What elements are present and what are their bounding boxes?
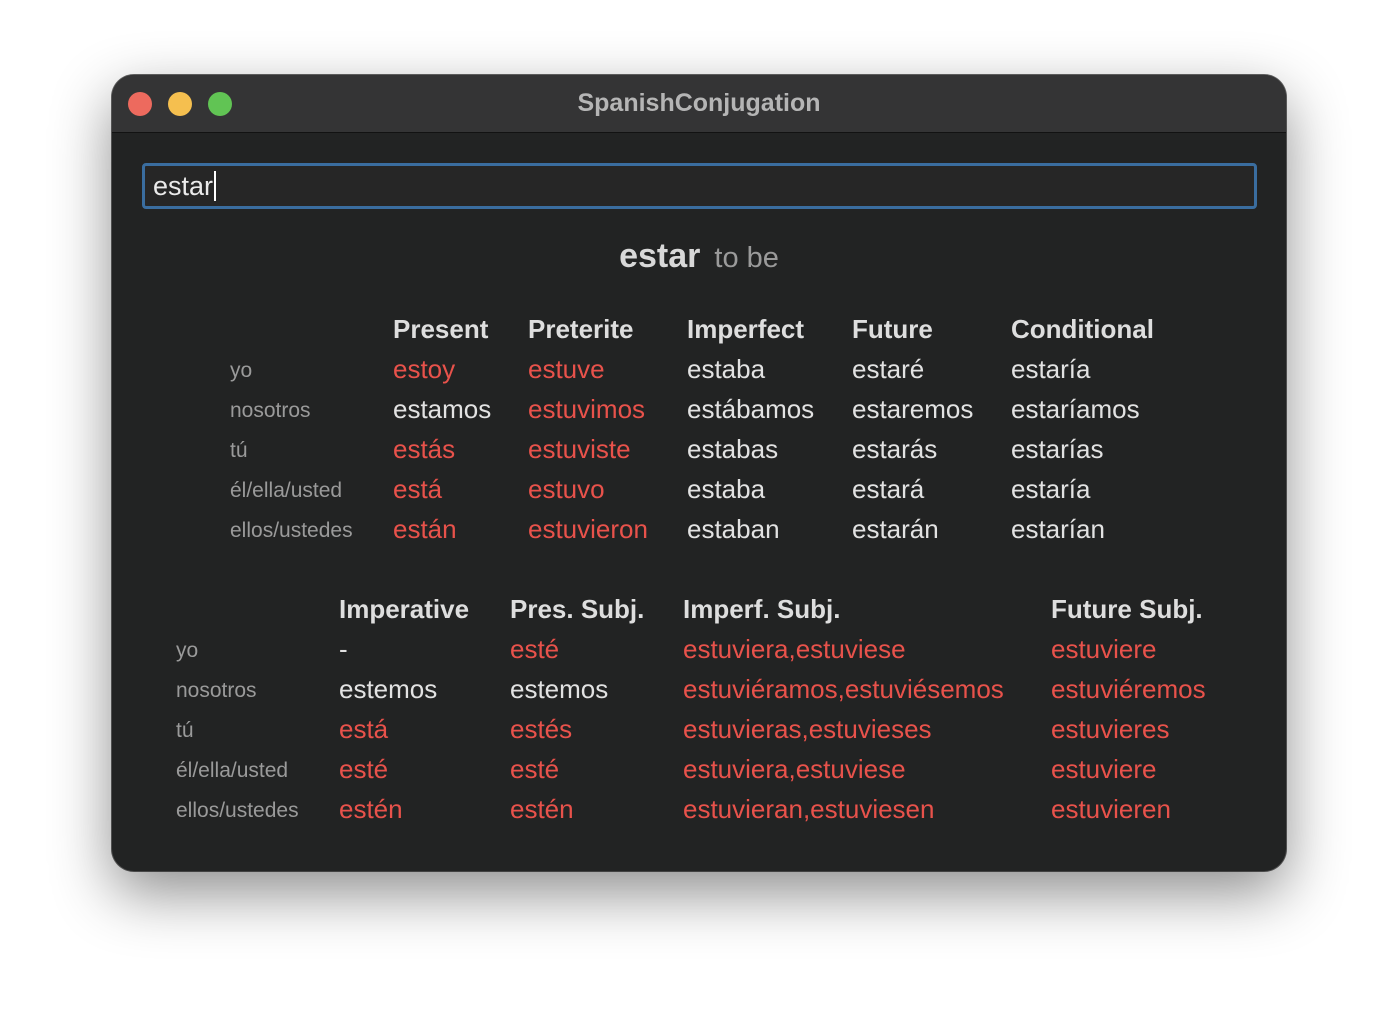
column-header: Pres. Subj. — [510, 594, 645, 624]
conjugated-form: estaremos — [852, 394, 974, 424]
conjugated-form: estuvieras,estuvieses — [683, 714, 932, 744]
search-field-text: estar — [153, 170, 217, 202]
conjugated-form: estará — [852, 474, 925, 504]
app-window: SpanishConjugation estar estar to be Pres… — [112, 75, 1286, 871]
conjugated-form: esté — [339, 754, 389, 784]
close-window-button[interactable] — [128, 92, 152, 116]
conjugated-form: estaré — [852, 354, 925, 384]
column-header: Imperfect — [687, 314, 805, 344]
conjugated-form: está — [393, 474, 443, 504]
search-field-value: estar — [153, 171, 214, 201]
column-header: Conditional — [1011, 314, 1154, 344]
conjugated-form: estaríamos — [1011, 394, 1140, 424]
conjugated-form: esté — [510, 634, 560, 664]
conjugated-form: estuviere — [1051, 754, 1157, 784]
conjugated-form: estuvieron — [528, 514, 648, 544]
pronoun-label: yo — [230, 359, 253, 382]
verb-infinitive: estar — [619, 237, 701, 275]
verb-translation: to be — [714, 242, 779, 274]
conjugated-form: estuvieran,estuviesen — [683, 794, 935, 824]
conjugated-form: estemos — [339, 674, 438, 704]
conjugated-form: estuve — [528, 354, 605, 384]
conjugated-form: estaría — [1011, 354, 1091, 384]
conjugated-form: estuvieren — [1051, 794, 1171, 824]
conjugated-form: estarían — [1011, 514, 1105, 544]
conjugated-form: está — [339, 714, 389, 744]
pronoun-label: nosotros — [230, 399, 311, 422]
conjugated-form: estemos — [510, 674, 609, 704]
pronoun-label: ellos/ustedes — [176, 799, 299, 822]
conjugated-form: estaba — [687, 354, 766, 384]
title-bar[interactable]: SpanishConjugation — [112, 75, 1286, 133]
conjugated-form: estuvieres — [1051, 714, 1170, 744]
zoom-window-button[interactable] — [208, 92, 232, 116]
conjugated-form: estuviera,estuviese — [683, 634, 906, 664]
minimize-window-button[interactable] — [168, 92, 192, 116]
conjugated-form: estamos — [393, 394, 492, 424]
conjugated-form: estuviéramos,estuviésemos — [683, 674, 1004, 704]
conjugated-form: estuvimos — [528, 394, 646, 424]
column-header: Future Subj. — [1051, 594, 1203, 624]
verb-heading: estar to be — [112, 237, 1286, 276]
conjugated-form: estabas — [687, 434, 779, 464]
conjugated-form: estoy — [393, 354, 456, 384]
conjugated-form: estaban — [687, 514, 780, 544]
column-header: Present — [393, 314, 489, 344]
column-header: Preterite — [528, 314, 634, 344]
conjugated-form: estén — [510, 794, 574, 824]
conjugated-form: están — [393, 514, 457, 544]
conjugated-form: esté — [510, 754, 560, 784]
pronoun-label: él/ella/usted — [176, 759, 289, 782]
conjugated-form: estuviste — [528, 434, 631, 464]
conjugated-form: estarán — [852, 514, 939, 544]
column-header: Imperative — [339, 594, 470, 624]
conjugated-form: estés — [510, 714, 573, 744]
pronoun-label: nosotros — [176, 679, 257, 702]
conjugated-form: estaría — [1011, 474, 1091, 504]
conjugated-form: estarás — [852, 434, 938, 464]
column-header: Future — [852, 314, 933, 344]
pronoun-label: yo — [176, 639, 199, 662]
conjugated-form: estaba — [687, 474, 766, 504]
conjugated-form: estuvo — [528, 474, 605, 504]
conjugated-form: estuviéremos — [1051, 674, 1206, 704]
conjugated-form: estábamos — [687, 394, 815, 424]
conjugated-form: estuviera,estuviese — [683, 754, 906, 784]
pronoun-label: tú — [176, 719, 194, 742]
column-header: Imperf. Subj. — [683, 594, 841, 624]
conjugated-form: estás — [393, 434, 456, 464]
conjugated-form: estuviere — [1051, 634, 1157, 664]
pronoun-label: tú — [230, 439, 248, 462]
conjugated-form: - — [339, 634, 348, 664]
window-title: SpanishConjugation — [577, 89, 821, 117]
pronoun-label: ellos/ustedes — [230, 519, 353, 542]
conjugated-form: estén — [339, 794, 403, 824]
text-caret — [214, 171, 217, 201]
pronoun-label: él/ella/usted — [230, 479, 343, 502]
conjugated-form: estarías — [1011, 434, 1104, 464]
verb-search-field[interactable]: estar — [142, 163, 1257, 209]
